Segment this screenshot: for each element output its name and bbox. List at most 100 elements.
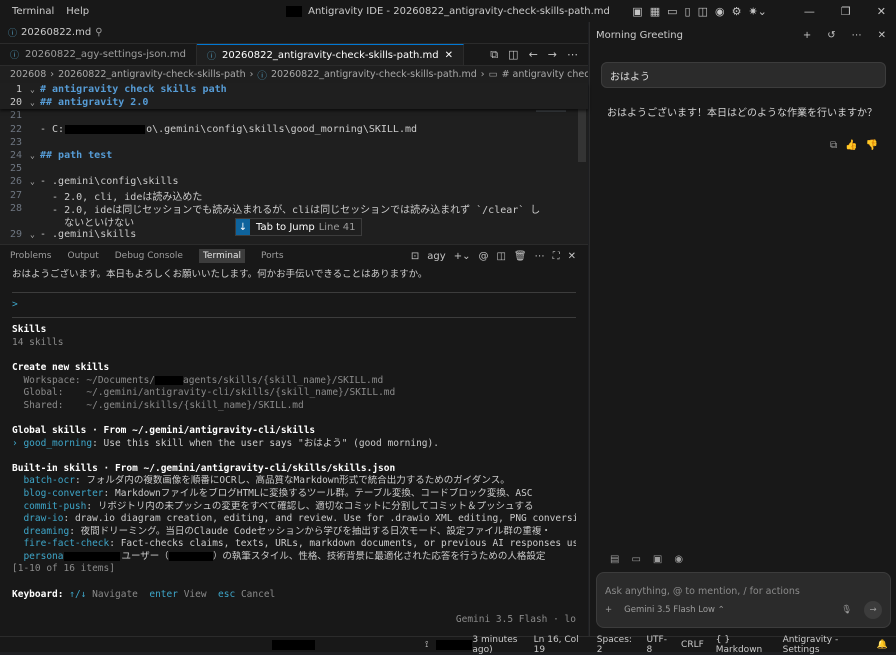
language-label: Markdown [715,644,763,655]
chevron-down-icon[interactable]: ⌄ [30,177,40,186]
trash-icon[interactable]: 🗑 [514,251,527,262]
builtin-skill-item[interactable]: batch-ocr: フォルダ内の複数画像を順番にOCRし、高品質なMarkdo… [12,475,576,488]
markdown-file-icon: ⓘ [257,70,267,82]
maximize-panel-icon[interactable]: ⛶ [553,251,560,262]
close-tab-icon[interactable]: ✕ [445,50,453,61]
breadcrumb-item[interactable]: 202608 [10,69,46,80]
file-icon[interactable]: ▤ [610,554,619,565]
chat-input-box[interactable]: Ask anything, @ to mention, / for action… [596,572,891,628]
chevron-down-icon[interactable]: ⌄ [30,230,40,239]
builtin-skill-item[interactable]: fire-fact-check: Fact-checks claims, tex… [12,538,576,551]
skill-desc: : 夜間ドリーミング。当日のClaude Codeセッションから学びを抽出する日… [69,525,551,537]
skill-desc: : draw.io diagram creation, editing, and… [63,513,577,525]
send-icon[interactable]: → [864,601,882,619]
menu-terminal[interactable]: Terminal [6,6,60,17]
new-chat-icon[interactable]: + [803,30,811,41]
close-window-icon[interactable]: ✕ [877,5,886,18]
layout-panel-icon[interactable]: ▭ [667,5,677,18]
breadcrumb-item[interactable]: 20260822_antigravity-check-skills-path.m… [271,69,477,80]
add-context-icon[interactable]: + [605,605,612,615]
window-title-text: Antigravity IDE - 20260822_antigravity-c… [308,5,610,17]
code-line-suffix: o\.gemini\config\skills\good_morning\SKI… [146,123,418,135]
builtin-skill-item[interactable]: draw-io: draw.io diagram creation, editi… [12,513,576,526]
breadcrumb-item[interactable]: # antigravity check skills path [502,69,588,80]
close-chat-icon[interactable]: ✕ [878,30,886,41]
chevron-down-icon[interactable]: ⌄ [30,151,40,160]
settings-gear-icon[interactable]: ⚙ [732,5,742,18]
breadcrumb-item[interactable]: 20260822_antigravity-check-skills-path [58,69,246,80]
more-actions-icon[interactable]: ⋯ [535,251,545,262]
line-number: 22 [9,123,22,135]
code-line: ないといけない [40,217,135,229]
builtin-skill-item[interactable]: dreaming: 夜間ドリーミング。当日のClaude Codeセッションから… [12,526,576,539]
builtin-skill-item[interactable]: commit-push: リポジトリ内の未プッシュの変更をすべて確認し、適切なコ… [12,501,576,514]
model-name: Gemini 3.5 Flash [624,605,696,615]
terminal-greeting: おはようございます。本日もよろしくお願いいたします。何かお手伝いできることはあり… [12,269,428,280]
chrome-icon[interactable]: ◉ [674,554,683,565]
layout-sidebar-icon[interactable]: ▣ [632,5,642,18]
chevron-right-icon: › [249,69,254,80]
tab-agy-settings[interactable]: ⓘ 20260822_agy-settings-json.md [0,44,197,65]
model-selector[interactable]: Gemini 3.5 Flash Low ⌃ [624,605,725,615]
arrow-left-icon[interactable]: ← [529,48,538,61]
layout-custom-icon[interactable]: ◫ [698,5,708,18]
at-mention-icon[interactable]: @ [478,251,488,262]
history-icon[interactable]: ↺ [827,30,835,41]
layout-secondary-icon[interactable]: ▯ [685,5,691,18]
copy-icon[interactable]: ⧉ [830,140,837,151]
terminal-prompt[interactable]: > [12,299,576,312]
chevron-down-icon[interactable]: ⌄ [30,98,40,107]
chat-title: Morning Greeting [596,29,683,41]
code-line: # antigravity check skills path [40,84,227,96]
skills-title: Skills [12,324,47,336]
close-panel-icon[interactable]: ✕ [568,251,576,262]
open-preview-icon[interactable]: ⧉ [490,48,498,62]
line-number: 23 [9,136,22,148]
thumbs-down-icon[interactable]: 👎 [866,140,878,151]
tab-check-skills-path[interactable]: ⓘ 20260822_antigravity-check-skills-path… [196,44,465,65]
line-number: 24 [9,150,22,162]
layout-grid-icon[interactable]: ▦ [650,5,660,18]
title-actions: ▣ ▦ ▭ ▯ ◫ ◉ ⚙ ✷⌄ — ❐ ✕ [632,0,896,22]
browser-icon[interactable]: ▭ [631,554,640,565]
thumbs-up-icon[interactable]: 👍 [845,140,857,151]
tab-to-jump-hint[interactable]: ↓ Tab to Jump Line 41 [235,218,363,236]
editor-actions: ⧉ ◫ ← → ⋯ [490,44,588,65]
pinned-tab[interactable]: 20260822.md [21,27,91,38]
bell-icon[interactable]: 🔔 [877,640,888,650]
arrow-right-icon[interactable]: → [548,48,557,61]
chrome-icon[interactable]: ◉ [715,5,725,18]
minimize-icon[interactable]: — [804,5,815,18]
add-terminal-icon[interactable]: +⌄ [454,251,471,262]
more-actions-icon[interactable]: ⋯ [567,48,578,61]
global-skill-item[interactable]: › good_morning: Use this skill when the … [12,438,576,451]
image-icon[interactable]: ▣ [653,554,662,565]
tab-output[interactable]: Output [67,251,98,261]
chat-input-placeholder: Ask anything, @ to mention, / for action… [605,586,800,597]
terminal-name[interactable]: agy [427,251,445,262]
extension-icon[interactable]: ✷⌄ [748,5,766,18]
tab-debug-console[interactable]: Debug Console [115,251,183,261]
chevron-down-icon[interactable]: ⌄ [30,85,40,94]
builtin-skill-item[interactable]: blog-converter: MarkdownファイルをブログHTMLに変換す… [12,488,576,501]
tab-problems[interactable]: Problems [10,251,51,261]
git-icon[interactable]: ⟟ [425,640,428,650]
code-line: - .gemini\skills [40,229,137,241]
builtin-skill-item[interactable]: persona ユーザー（ ）の執筆スタイル、性格、技術背景に最適化された応答を行う… [12,551,576,564]
split-terminal-icon[interactable]: ◫ [496,251,505,262]
symbol-string-icon: ▭ [488,69,498,80]
tab-ports[interactable]: Ports [261,251,284,261]
microphone-icon[interactable]: 🎙 [841,605,852,615]
tab-terminal[interactable]: Terminal [198,249,245,263]
panel-tabs: Problems Output Debug Console Terminal P… [0,245,588,267]
status-eol[interactable]: CRLF [681,640,704,650]
skill-desc: : リポジトリ内の未プッシュの変更をすべて確認し、適切なコミットに分割してコミッ… [86,500,534,512]
skill-name: fire-fact-check [23,538,110,550]
split-editor-icon[interactable]: ◫ [508,48,518,61]
menu-help[interactable]: Help [60,6,95,17]
model-hint: Gemini 3.5 Flash · lo [455,613,576,625]
more-actions-icon[interactable]: ⋯ [852,30,862,41]
pin-icon[interactable]: ⚲ [95,27,102,38]
terminal-output[interactable]: おはようございます。本日もよろしくお願いいたします。何かお手伝いできることはあり… [0,267,588,628]
restore-icon[interactable]: ❐ [841,5,851,18]
